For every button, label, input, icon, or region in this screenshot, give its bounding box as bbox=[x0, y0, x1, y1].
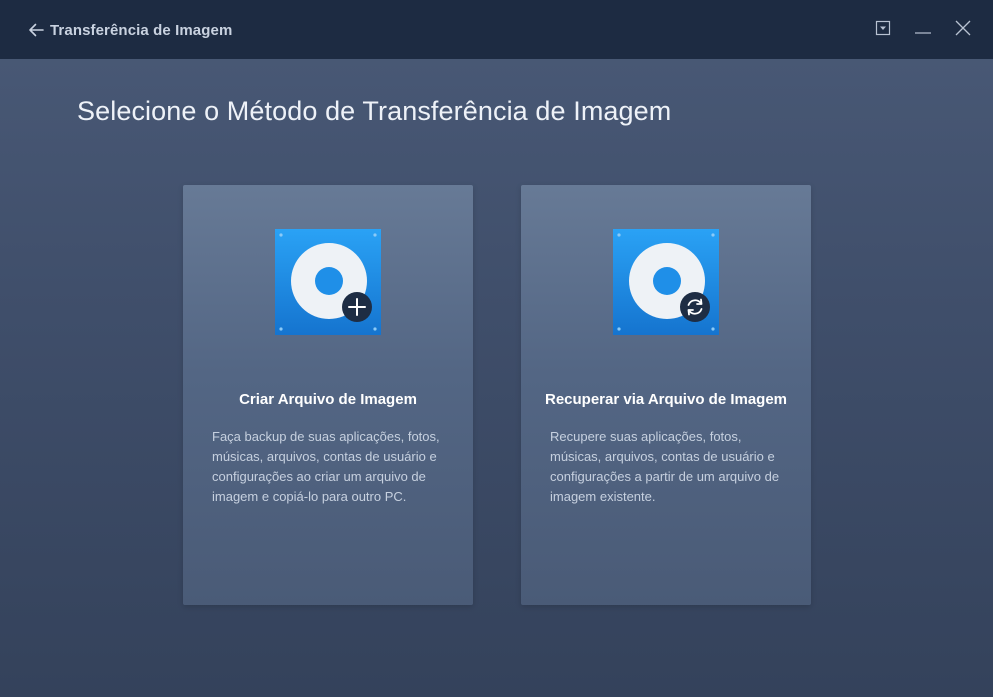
disk-restore-icon bbox=[613, 229, 719, 335]
minimize-button[interactable] bbox=[911, 18, 935, 42]
recover-via-image-file-card[interactable]: Recuperar via Arquivo de Imagem Recupere… bbox=[521, 185, 811, 605]
disk-add-icon bbox=[275, 229, 381, 335]
dropdown-menu-button[interactable] bbox=[871, 18, 895, 42]
card-title: Criar Arquivo de Imagem bbox=[239, 391, 417, 408]
card-description: Faça backup de suas aplicações, fotos, m… bbox=[212, 429, 440, 504]
card-title: Recuperar via Arquivo de Imagem bbox=[544, 391, 788, 408]
dropdown-menu-icon bbox=[875, 20, 891, 41]
create-image-file-card[interactable]: Criar Arquivo de Imagem Faça backup de s… bbox=[183, 185, 473, 605]
close-icon bbox=[955, 20, 971, 41]
page-title: Selecione o Método de Transferência de I… bbox=[77, 96, 672, 126]
back-button[interactable]: Transferência de Imagem bbox=[28, 18, 232, 42]
title-bar: Transferência de Imagem bbox=[0, 0, 993, 59]
arrow-left-icon bbox=[28, 22, 44, 38]
close-button[interactable] bbox=[951, 18, 975, 42]
card-description: Recupere suas aplicações, fotos, músicas… bbox=[550, 429, 780, 504]
window-title: Transferência de Imagem bbox=[50, 21, 233, 39]
minimize-icon bbox=[914, 20, 932, 41]
